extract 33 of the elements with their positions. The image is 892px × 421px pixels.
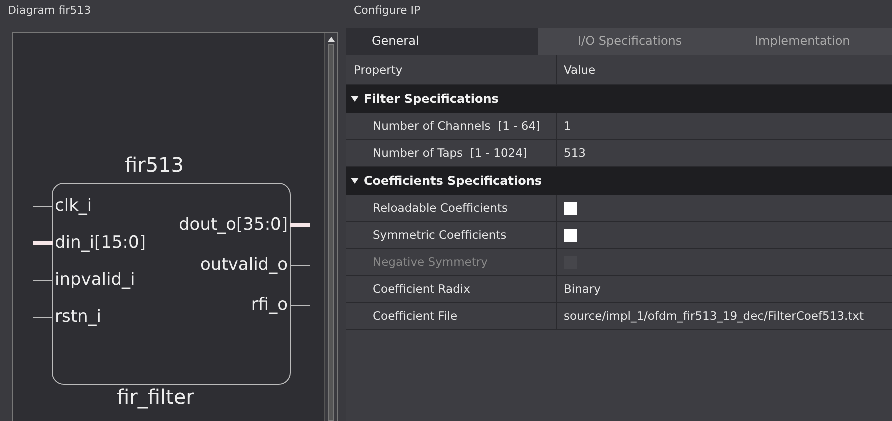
port-label: dout_o[35:0]: [178, 215, 289, 235]
port-label: inpvalid_i: [54, 270, 136, 290]
section-title: Coefficients Specifications: [364, 174, 542, 188]
property-value[interactable]: 513: [564, 146, 586, 160]
port-label: outvalid_o: [200, 255, 289, 275]
property-value[interactable]: Binary: [564, 282, 601, 296]
port-label: rfi_o: [250, 295, 289, 315]
caret-icon[interactable]: [351, 178, 359, 184]
tab[interactable]: General: [346, 28, 538, 55]
property-name: Number of Channels [1 - 64]: [346, 113, 557, 139]
property-value[interactable]: 1: [564, 119, 572, 133]
property-value[interactable]: source/impl_1/ofdm_fir513_19_dec/FilterCoef513.txt: [564, 309, 864, 323]
caret-icon[interactable]: [351, 96, 359, 102]
port-label: clk_i: [54, 196, 94, 216]
scroll-up-icon[interactable]: [328, 37, 334, 42]
column-header: Value: [563, 62, 597, 78]
property-name: Coefficient File: [346, 303, 557, 329]
module-name: fir_filter: [117, 385, 194, 409]
property-name: Symmetric Coefficients: [346, 222, 557, 248]
property-name: Negative Symmetry: [346, 249, 557, 275]
section-title: Filter Specifications: [364, 92, 499, 106]
property-name: Reloadable Coefficients: [346, 195, 557, 221]
property-name: Coefficient Radix: [346, 276, 557, 302]
panel-title: Configure IP: [353, 3, 422, 19]
checkbox[interactable]: [564, 228, 577, 242]
instance-name: fir513: [125, 153, 184, 177]
checkbox[interactable]: [564, 202, 577, 214]
column-header: Property: [346, 55, 557, 84]
property-name: Number of Taps [1 - 1024]: [346, 140, 557, 166]
panel-title: Diagram fir513: [7, 3, 92, 19]
scrollbar[interactable]: [324, 33, 337, 421]
port-label: rstn_i: [54, 307, 103, 327]
port-label: din_i[15:0]: [54, 233, 147, 253]
